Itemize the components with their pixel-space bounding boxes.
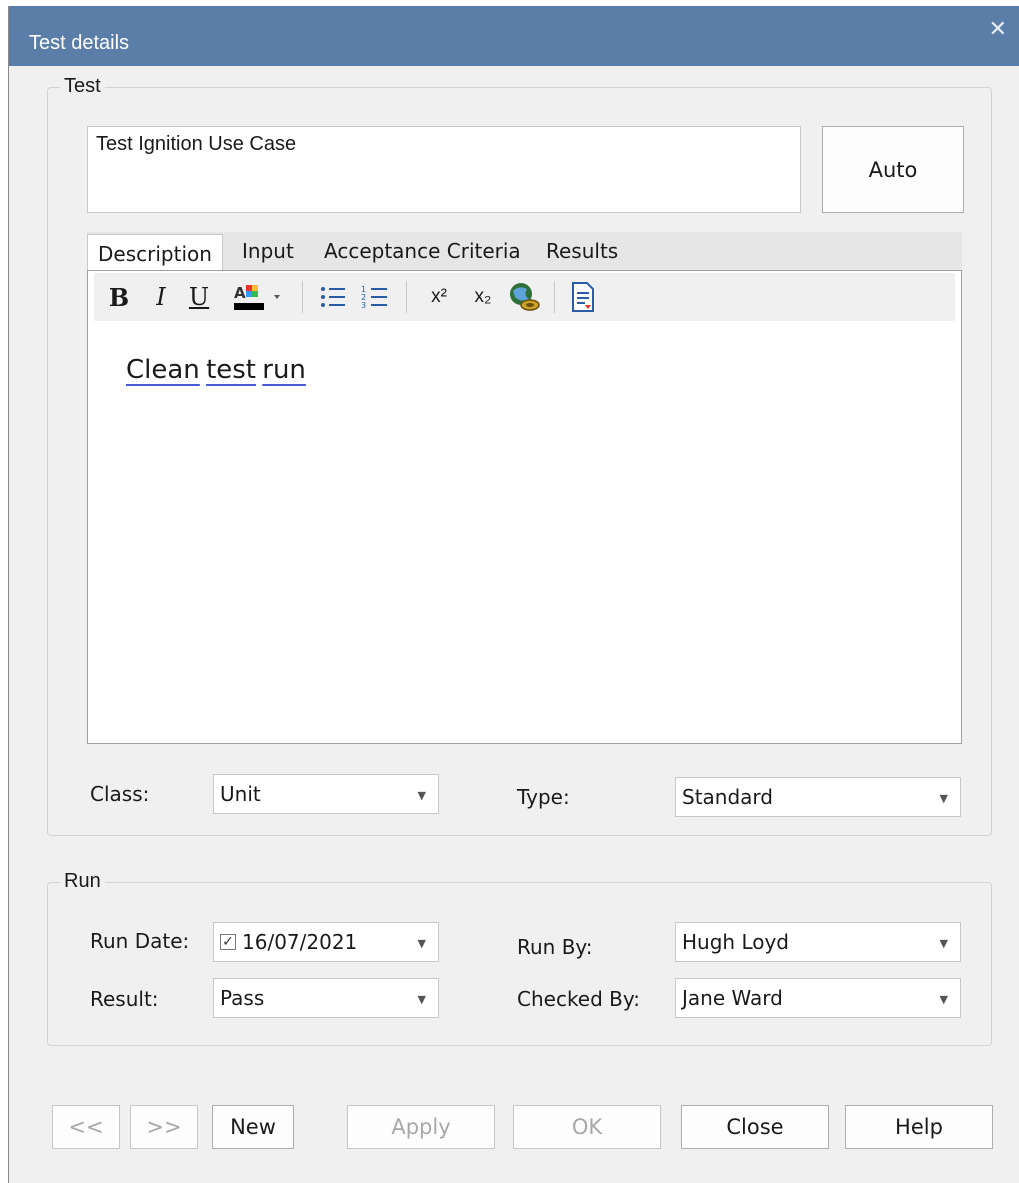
auto-button[interactable]: Auto — [822, 126, 964, 213]
checked-by-select[interactable]: Jane Ward ▼ — [675, 978, 961, 1018]
apply-button[interactable]: Apply — [347, 1105, 495, 1149]
test-name-field[interactable]: Test Ignition Use Case — [87, 126, 801, 213]
italic-button[interactable]: I — [150, 281, 172, 313]
class-label: Class: — [90, 782, 150, 806]
editor-content[interactable]: Clean test run — [126, 355, 306, 385]
close-button[interactable]: Close — [681, 1105, 829, 1149]
run-date-value: 16/07/2021 — [242, 930, 358, 954]
svg-text:3: 3 — [361, 301, 366, 310]
description-editor[interactable]: B I U A 1 2 3 x² x₂ Clean test run — [87, 270, 962, 744]
result-select[interactable]: Pass ▼ — [213, 978, 439, 1018]
previous-button[interactable]: << — [52, 1105, 120, 1149]
globe-link-icon[interactable] — [506, 281, 542, 313]
subscript-button[interactable]: x₂ — [468, 281, 498, 313]
title-bar: Test details ✕ — [9, 6, 1019, 66]
tab-input[interactable]: Input — [242, 232, 294, 270]
dialog-title: Test details — [29, 32, 130, 54]
tab-acceptance-criteria[interactable]: Acceptance Criteria — [324, 232, 521, 270]
result-label: Result: — [90, 987, 159, 1011]
bold-button[interactable]: B — [106, 281, 132, 313]
run-by-select[interactable]: Hugh Loyd ▼ — [675, 922, 961, 962]
chevron-down-icon: ▼ — [417, 937, 426, 950]
run-group: Run Run Date: ✓ 16/07/2021 ▼ Run By: Hug… — [47, 870, 992, 1046]
new-button[interactable]: New — [212, 1105, 294, 1149]
numbered-list-icon[interactable]: 1 2 3 — [358, 281, 392, 313]
class-select[interactable]: Unit ▼ — [213, 774, 439, 814]
chevron-down-icon: ▼ — [939, 993, 948, 1006]
tab-strip: Description Input Acceptance Criteria Re… — [87, 232, 962, 272]
type-value: Standard — [682, 785, 773, 809]
superscript-button[interactable]: x² — [424, 281, 454, 313]
test-details-dialog: Test details ✕ Test Test Ignition Use Ca… — [8, 6, 1019, 1183]
help-button[interactable]: Help — [845, 1105, 993, 1149]
run-by-value: Hugh Loyd — [682, 930, 790, 954]
ok-button[interactable]: OK — [513, 1105, 661, 1149]
chevron-down-icon: ▼ — [939, 792, 948, 805]
tab-results[interactable]: Results — [546, 232, 618, 270]
test-group: Test Test Ignition Use Case Auto Descrip… — [47, 75, 992, 836]
svg-text:A: A — [234, 284, 246, 302]
chevron-down-icon: ▼ — [417, 993, 426, 1006]
document-icon[interactable] — [568, 281, 598, 313]
editor-word: run — [262, 355, 306, 385]
editor-word: test — [206, 355, 256, 385]
test-group-legend: Test — [60, 75, 105, 98]
tab-description[interactable]: Description — [87, 234, 223, 272]
underline-button[interactable]: U — [186, 281, 212, 313]
editor-word: Clean — [126, 355, 200, 385]
chevron-down-icon: ▼ — [939, 937, 948, 950]
font-color-icon[interactable]: A — [232, 281, 286, 313]
run-date-label: Run Date: — [90, 929, 190, 953]
type-select[interactable]: Standard ▼ — [675, 777, 961, 817]
result-value: Pass — [220, 986, 265, 1010]
run-by-label: Run By: — [517, 935, 593, 959]
bullet-list-icon[interactable] — [316, 281, 350, 313]
close-icon[interactable]: ✕ — [989, 16, 1007, 42]
format-toolbar: B I U A 1 2 3 x² x₂ — [94, 273, 955, 321]
run-date-picker[interactable]: ✓ 16/07/2021 ▼ — [213, 922, 439, 962]
run-date-checkbox[interactable]: ✓ — [220, 934, 236, 950]
checked-by-value: Jane Ward — [682, 986, 783, 1010]
next-button[interactable]: >> — [130, 1105, 198, 1149]
run-group-legend: Run — [60, 870, 105, 893]
class-value: Unit — [220, 782, 261, 806]
chevron-down-icon: ▼ — [417, 789, 426, 802]
type-label: Type: — [517, 785, 570, 809]
checked-by-label: Checked By: — [517, 987, 641, 1011]
